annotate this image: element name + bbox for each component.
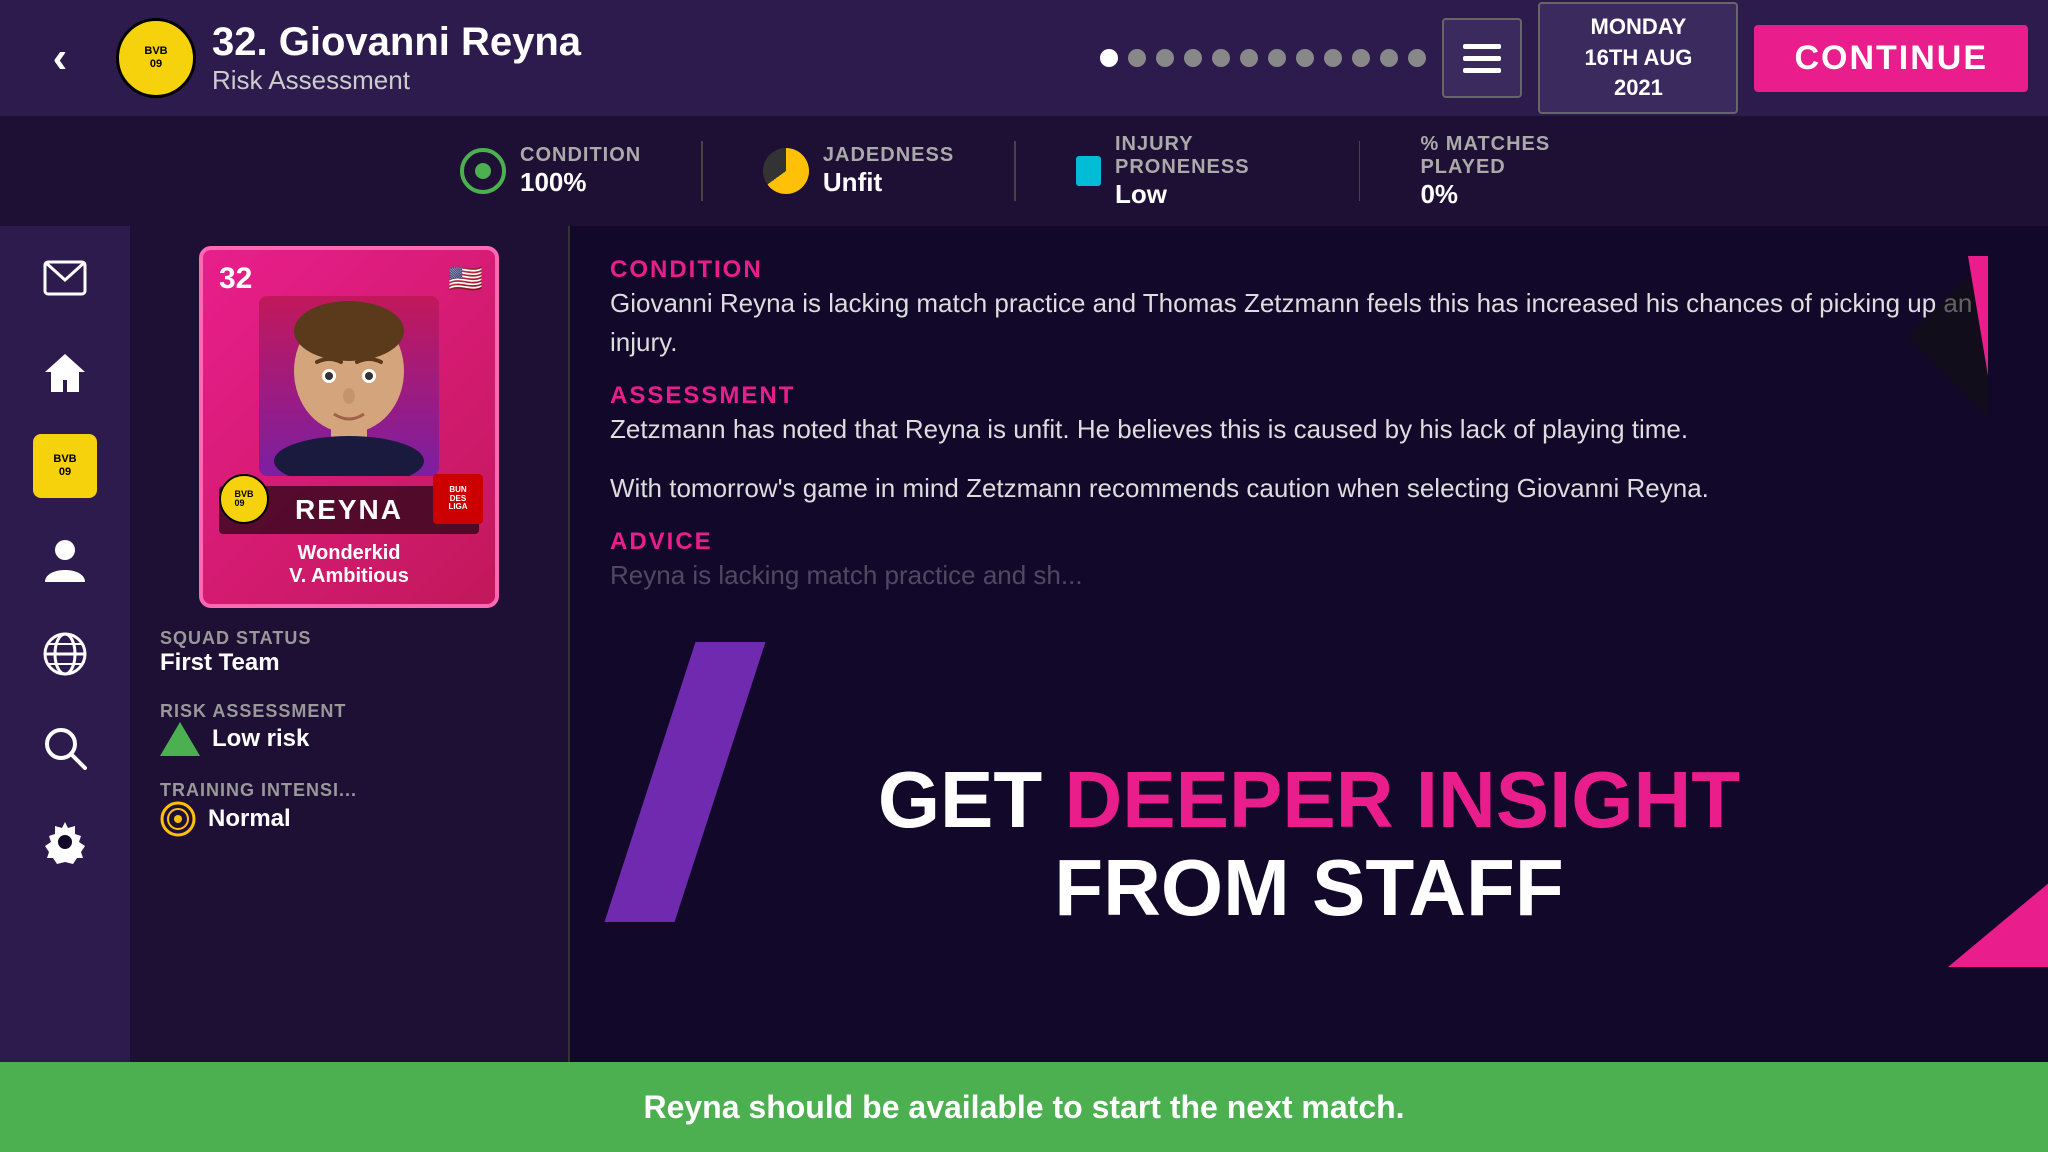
- player-name: 32. Giovanni Reyna: [212, 20, 1084, 65]
- slash-decoration: [605, 642, 766, 922]
- assessment-section-text: Zetzmann has noted that Reyna is unfit. …: [610, 410, 2008, 449]
- card-attr-2: V. Ambitious: [219, 565, 479, 588]
- risk-row: Low risk: [160, 722, 538, 756]
- condition-stat: CONDITION 100%: [460, 144, 641, 198]
- jadedness-stat: JADEDNESS Unfit: [763, 144, 954, 198]
- dot-12[interactable]: [1408, 49, 1426, 67]
- sidebar-icon-mail[interactable]: [33, 246, 97, 310]
- card-club-badge: BVB09: [219, 474, 269, 524]
- condition-section: CONDITION Giovanni Reyna is lacking matc…: [610, 256, 2008, 362]
- injury-stat: INJURY PRONENESS Low: [1076, 133, 1299, 210]
- bottom-bar: Reyna should be available to start the n…: [0, 1062, 2048, 1152]
- card-attributes: Wonderkid V. Ambitious: [219, 542, 479, 588]
- dot-8[interactable]: [1296, 49, 1314, 67]
- dot-3[interactable]: [1156, 49, 1174, 67]
- menu-line-3: [1463, 68, 1501, 73]
- dots-nav: [1100, 49, 1426, 67]
- card-attr-1: Wonderkid: [219, 542, 479, 565]
- promo-overlay: GET DEEPER INSIGHT FROM STAFF: [570, 756, 2048, 932]
- stat-separator-1: [701, 141, 703, 201]
- date-display: MONDAY 16TH AUG 2021: [1538, 2, 1738, 114]
- advice-section-text: Reyna is lacking match practice and sh..…: [610, 556, 2008, 595]
- player-panel: 32 🇺🇸: [130, 226, 570, 1062]
- dot-6[interactable]: [1240, 49, 1258, 67]
- squad-status-label: SQUAD STATUS: [160, 628, 538, 649]
- back-button[interactable]: ‹: [20, 18, 100, 98]
- promo-deeper-insight: DEEPER INSIGHT: [1065, 755, 1741, 844]
- main-content: BVB09: [0, 226, 2048, 1062]
- risk-value: Low risk: [212, 725, 309, 753]
- card-league-badge: BUNDESLIGA: [433, 474, 483, 524]
- dot-2[interactable]: [1128, 49, 1146, 67]
- dot-11[interactable]: [1380, 49, 1398, 67]
- advice-section-label: ADVICE: [610, 528, 2008, 556]
- dot-9[interactable]: [1324, 49, 1342, 67]
- training-icon: [160, 801, 196, 837]
- bottom-message: Reyna should be available to start the n…: [643, 1089, 1404, 1126]
- risk-label: RISK ASSESSMENT: [160, 701, 538, 722]
- card-flag: 🇺🇸: [448, 262, 483, 295]
- assessment-section-label: ASSESSMENT: [610, 382, 2008, 410]
- player-stats: SQUAD STATUS First Team RISK ASSESSMENT …: [150, 628, 548, 837]
- assessment-section: ASSESSMENT Zetzmann has noted that Reyna…: [610, 382, 2008, 449]
- training-label: TRAINING INTENSI...: [160, 780, 538, 801]
- jadedness-label: JADEDNESS: [823, 144, 954, 167]
- player-card: 32 🇺🇸: [199, 246, 499, 608]
- injury-value: Low: [1115, 179, 1299, 210]
- condition-label: CONDITION: [520, 144, 641, 167]
- stats-bar: CONDITION 100% JADEDNESS Unfit INJURY PR…: [0, 116, 2048, 226]
- sidebar-icon-person[interactable]: [33, 528, 97, 592]
- stat-separator-3: [1359, 141, 1361, 201]
- sidebar-icon-home[interactable]: [33, 340, 97, 404]
- menu-line-2: [1463, 56, 1501, 61]
- jadedness-value: Unfit: [823, 167, 954, 198]
- matches-stat: % MATCHES PLAYED 0%: [1420, 133, 1608, 210]
- condition-section-text: Giovanni Reyna is lacking match practice…: [610, 284, 2008, 362]
- main-panel: CONDITION Giovanni Reyna is lacking matc…: [570, 226, 2048, 1062]
- squad-status-item: SQUAD STATUS First Team: [160, 628, 538, 677]
- sidebar-icon-search[interactable]: [33, 716, 97, 780]
- condition-value: 100%: [520, 167, 641, 198]
- card-number: 32: [219, 262, 252, 296]
- dot-5[interactable]: [1212, 49, 1230, 67]
- condition-section-label: CONDITION: [610, 256, 2008, 284]
- training-row: Normal: [160, 801, 538, 837]
- injury-label: INJURY PRONENESS: [1115, 133, 1299, 179]
- dot-1[interactable]: [1100, 49, 1118, 67]
- matches-label: % MATCHES PLAYED: [1420, 133, 1608, 179]
- training-item: TRAINING INTENSI... Normal: [160, 780, 538, 837]
- left-sidebar: BVB09: [0, 226, 130, 1062]
- matches-value: 0%: [1420, 179, 1608, 210]
- advice-section: ADVICE Reyna is lacking match practice a…: [610, 528, 2008, 595]
- corner-decor-right: [1948, 767, 2048, 972]
- club-logo: BVB09: [116, 18, 196, 98]
- corner-decor-top-right: [1908, 256, 1988, 421]
- menu-button[interactable]: [1442, 18, 1522, 98]
- condition-icon: [460, 148, 506, 194]
- stat-separator-2: [1014, 141, 1016, 201]
- menu-line-1: [1463, 44, 1501, 49]
- injury-icon: [1076, 156, 1101, 186]
- dot-7[interactable]: [1268, 49, 1286, 67]
- sidebar-icon-settings[interactable]: [33, 810, 97, 874]
- player-title: 32. Giovanni Reyna Risk Assessment: [212, 20, 1084, 96]
- dot-10[interactable]: [1352, 49, 1370, 67]
- continue-button[interactable]: CONTINUE: [1754, 25, 2028, 92]
- training-value: Normal: [208, 805, 291, 833]
- jadedness-icon: [763, 148, 809, 194]
- card-photo: [259, 296, 439, 476]
- promo-from-staff: FROM STAFF: [570, 844, 2048, 932]
- sidebar-icon-club[interactable]: BVB09: [33, 434, 97, 498]
- risk-icon: [160, 722, 200, 756]
- risk-item: RISK ASSESSMENT Low risk: [160, 701, 538, 756]
- squad-status-value: First Team: [160, 649, 538, 677]
- sidebar-icon-globe[interactable]: [33, 622, 97, 686]
- caution-text: With tomorrow's game in mind Zetzmann re…: [610, 469, 2008, 508]
- dot-4[interactable]: [1184, 49, 1202, 67]
- top-bar: ‹ BVB09 32. Giovanni Reyna Risk Assessme…: [0, 0, 2048, 116]
- section-name: Risk Assessment: [212, 65, 1084, 96]
- promo-get: GET: [878, 755, 1065, 844]
